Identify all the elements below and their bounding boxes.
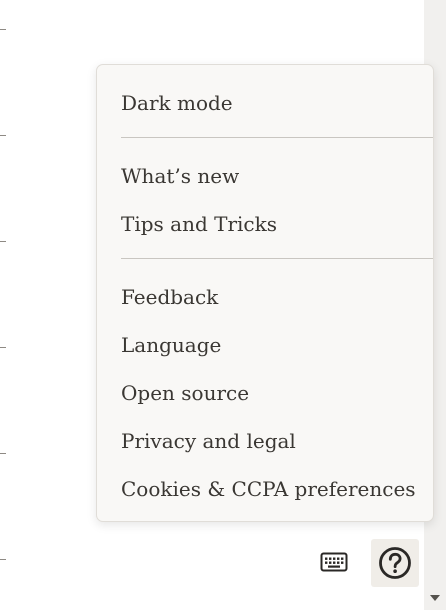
help-button[interactable] <box>371 539 419 587</box>
ruler-tick <box>0 453 6 454</box>
menu-divider <box>121 137 433 138</box>
help-circle-icon <box>379 547 411 579</box>
menu-item-language[interactable]: Language <box>121 327 421 363</box>
menu-item-feedback[interactable]: Feedback <box>121 279 421 315</box>
keyboard-shortcuts-button[interactable] <box>318 548 350 576</box>
help-menu: Dark mode What’s new Tips and Tricks Fee… <box>96 64 434 522</box>
menu-item-open-source[interactable]: Open source <box>121 375 421 411</box>
ruler-tick <box>0 559 6 560</box>
ruler-tick <box>0 241 6 242</box>
menu-divider <box>121 258 433 259</box>
ruler-tick <box>0 29 6 30</box>
ruler-tick <box>0 135 6 136</box>
ruler-tick <box>0 347 6 348</box>
menu-item-tips-and-tricks[interactable]: Tips and Tricks <box>121 206 421 242</box>
scroll-down-arrow-icon[interactable] <box>430 595 440 601</box>
menu-item-whats-new[interactable]: What’s new <box>121 158 421 194</box>
menu-item-dark-mode[interactable]: Dark mode <box>121 85 421 121</box>
menu-item-privacy-and-legal[interactable]: Privacy and legal <box>121 423 421 459</box>
keyboard-icon <box>320 552 348 572</box>
menu-item-cookies-ccpa[interactable]: Cookies & CCPA preferences <box>121 471 421 507</box>
